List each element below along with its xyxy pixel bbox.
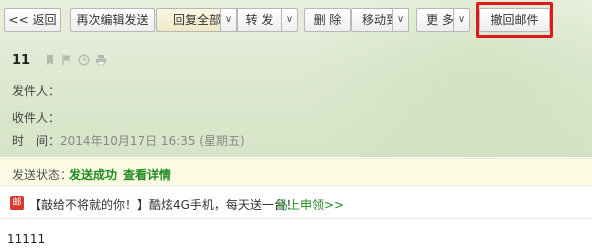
send-status-value: 发送成功 xyxy=(69,168,118,182)
from-row: 发件人： xyxy=(12,82,60,99)
ad-text[interactable]: 【敲给不将就的你！】酷炫4G手机，每天送一台！ xyxy=(29,196,298,213)
forward-dropdown-icon[interactable]: ∨ xyxy=(281,8,298,32)
print-icon[interactable] xyxy=(95,54,107,66)
flag-icon[interactable] xyxy=(61,54,73,66)
send-status-bar: 发送状态： 发送成功 查看详情 xyxy=(0,158,592,186)
move-to-dropdown-icon[interactable]: ∨ xyxy=(392,8,409,32)
to-row: 收件人： xyxy=(12,109,60,126)
back-button[interactable]: << 返回 xyxy=(4,8,61,32)
mail-ad-icon: 邮 xyxy=(10,196,24,210)
more-dropdown-icon[interactable]: ∨ xyxy=(453,8,470,32)
mail-subject: 11 xyxy=(12,53,31,68)
reply-all-dropdown-icon[interactable]: ∨ xyxy=(220,8,237,32)
recall-highlight-box xyxy=(476,2,553,38)
time-label: 时 间： xyxy=(12,134,61,148)
view-details-link[interactable]: 查看详情 xyxy=(123,166,171,183)
ad-banner: 邮 【敲给不将就的你！】酷炫4G手机，每天送一台！ 马上申领>> xyxy=(0,187,592,219)
bookmark-icon[interactable] xyxy=(44,54,56,66)
time-value: 2014年10月17日 16:35 (星期五) xyxy=(60,134,245,148)
to-label: 收件人： xyxy=(12,111,61,125)
mail-body: 11111 xyxy=(7,232,46,246)
resend-button[interactable]: 再次编辑发送 xyxy=(70,8,155,32)
mail-toolbar: << 返回 再次编辑发送 回复全部 ∨ 转 发 ∨ 删 除 移动到 ∨ 更 多 … xyxy=(0,0,592,40)
from-label: 发件人： xyxy=(12,84,61,98)
ad-apply-link[interactable]: 马上申领>> xyxy=(276,196,344,213)
delete-button[interactable]: 删 除 xyxy=(304,8,351,32)
mail-subject-icons xyxy=(44,54,107,66)
send-status-label: 发送状态： xyxy=(12,168,73,182)
clock-icon[interactable] xyxy=(78,54,90,66)
forward-button[interactable]: 转 发 xyxy=(237,8,282,32)
time-row: 时 间：2014年10月17日 16:35 (星期五) xyxy=(12,132,245,149)
